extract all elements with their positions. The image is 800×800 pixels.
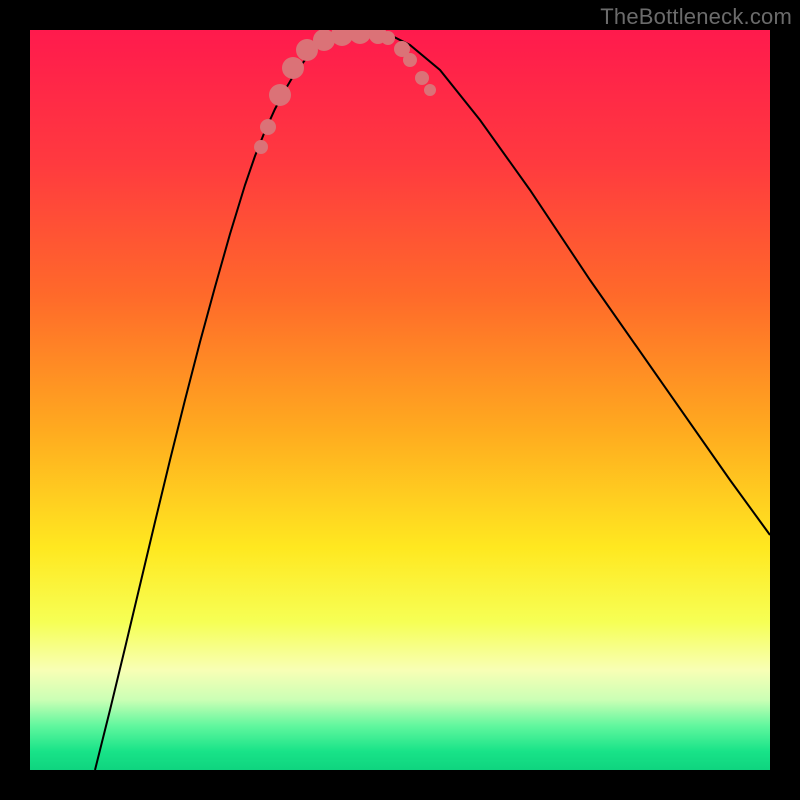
curve-marker: [381, 31, 395, 45]
curve-marker: [282, 57, 304, 79]
heat-background: [30, 30, 770, 770]
curve-marker: [254, 140, 268, 154]
watermark-text: TheBottleneck.com: [600, 4, 792, 30]
curve-marker: [424, 84, 436, 96]
curve-marker: [260, 119, 276, 135]
curve-marker: [415, 71, 429, 85]
curve-marker: [269, 84, 291, 106]
curve-marker: [403, 53, 417, 67]
bottleneck-chart: [30, 30, 770, 770]
